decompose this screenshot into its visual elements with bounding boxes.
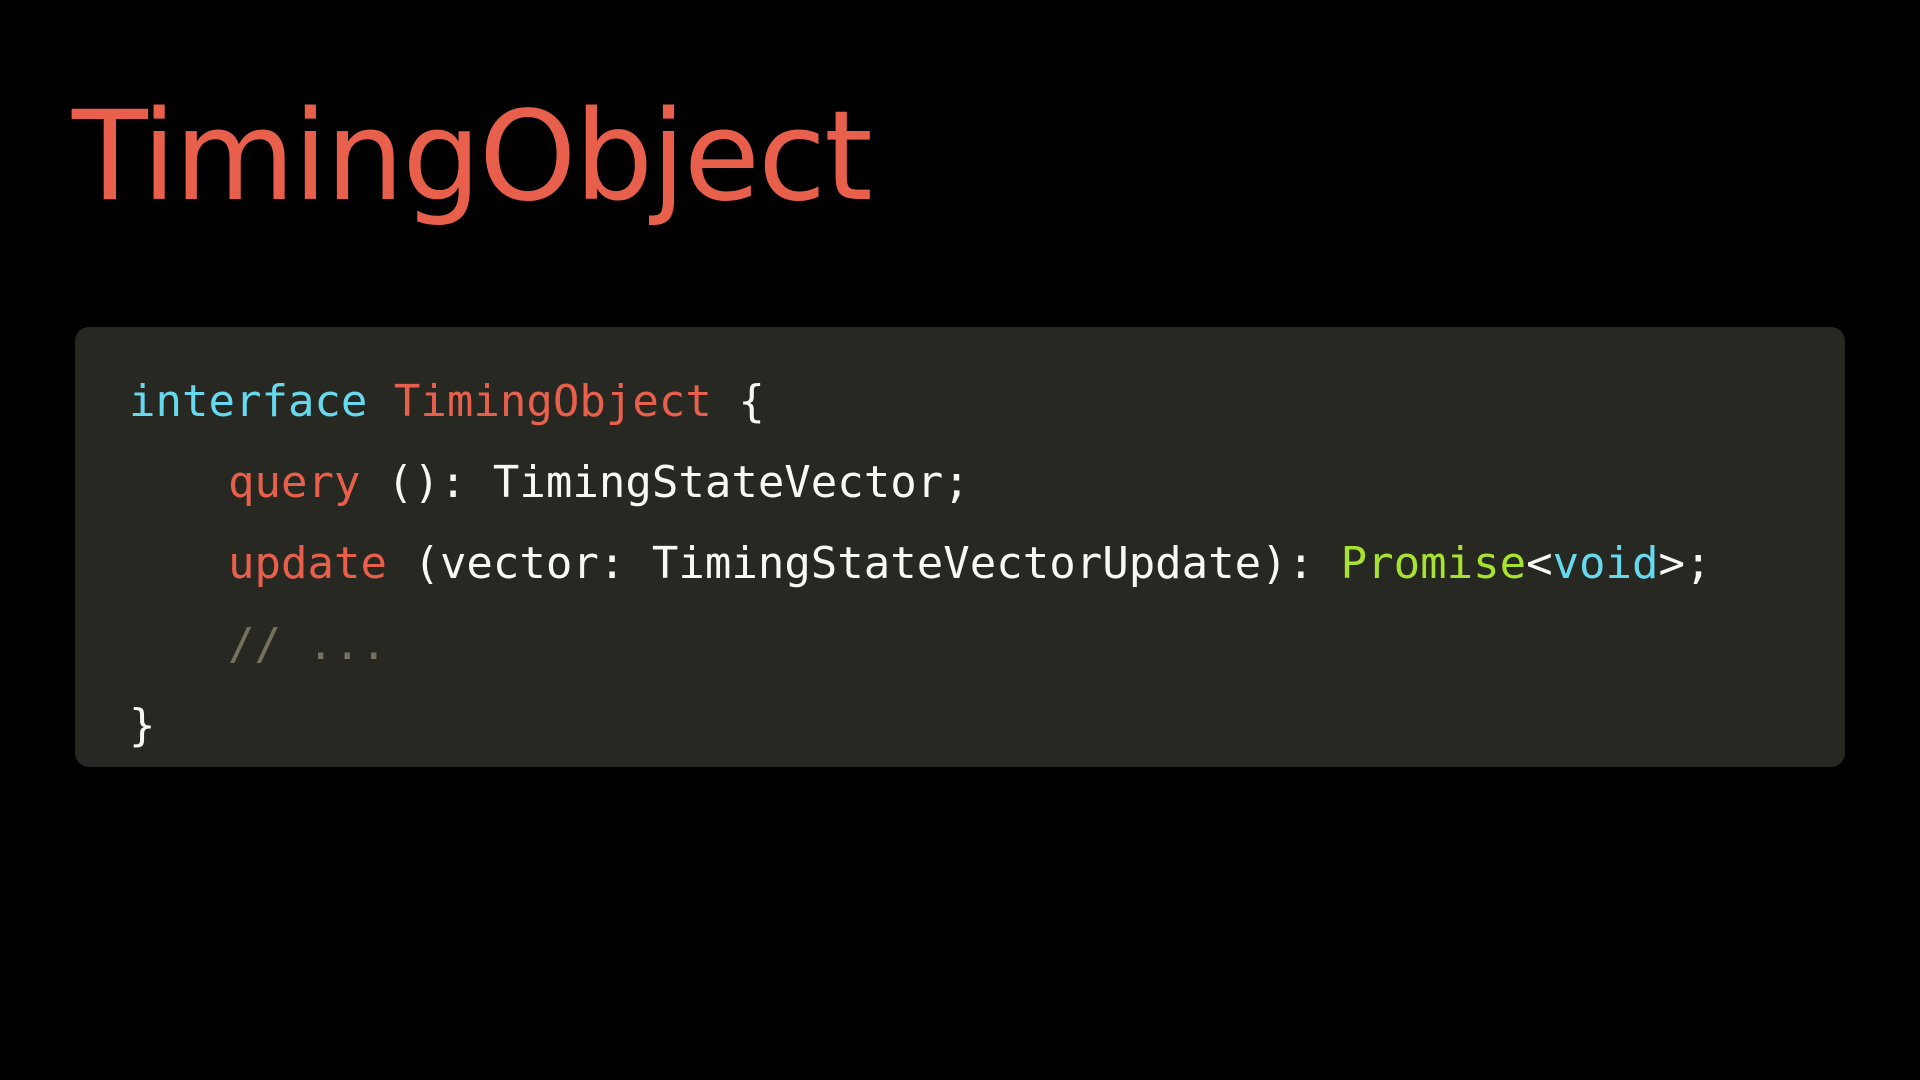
query-signature: (): TimingStateVector; [386, 457, 970, 508]
slide: TimingObject interface TimingObject {que… [0, 0, 1920, 1080]
interface-name: TimingObject [393, 376, 712, 427]
update-params: (vector: TimingStateVectorUpdate): [413, 538, 1315, 589]
keyword-interface: interface [129, 376, 368, 427]
code-line-comment: // ... [129, 604, 1712, 685]
code-block: interface TimingObject {query (): Timing… [129, 361, 1712, 766]
code-line-interface: interface TimingObject { [129, 361, 1712, 442]
open-brace: { [738, 376, 765, 427]
method-update: update [228, 538, 387, 589]
code-line-query: query (): TimingStateVector; [129, 442, 1712, 523]
code-line-update: update (vector: TimingStateVectorUpdate)… [129, 523, 1712, 604]
generic-close: >; [1658, 538, 1712, 589]
return-type-promise: Promise [1340, 538, 1527, 589]
generic-open: < [1526, 538, 1553, 589]
close-brace: } [129, 700, 156, 751]
method-query: query [228, 457, 361, 508]
code-comment: // ... [228, 619, 387, 670]
generic-arg-void: void [1552, 538, 1659, 589]
slide-title: TimingObject [72, 85, 873, 229]
code-line-close: } [129, 685, 1712, 766]
code-panel: interface TimingObject {query (): Timing… [75, 327, 1845, 767]
